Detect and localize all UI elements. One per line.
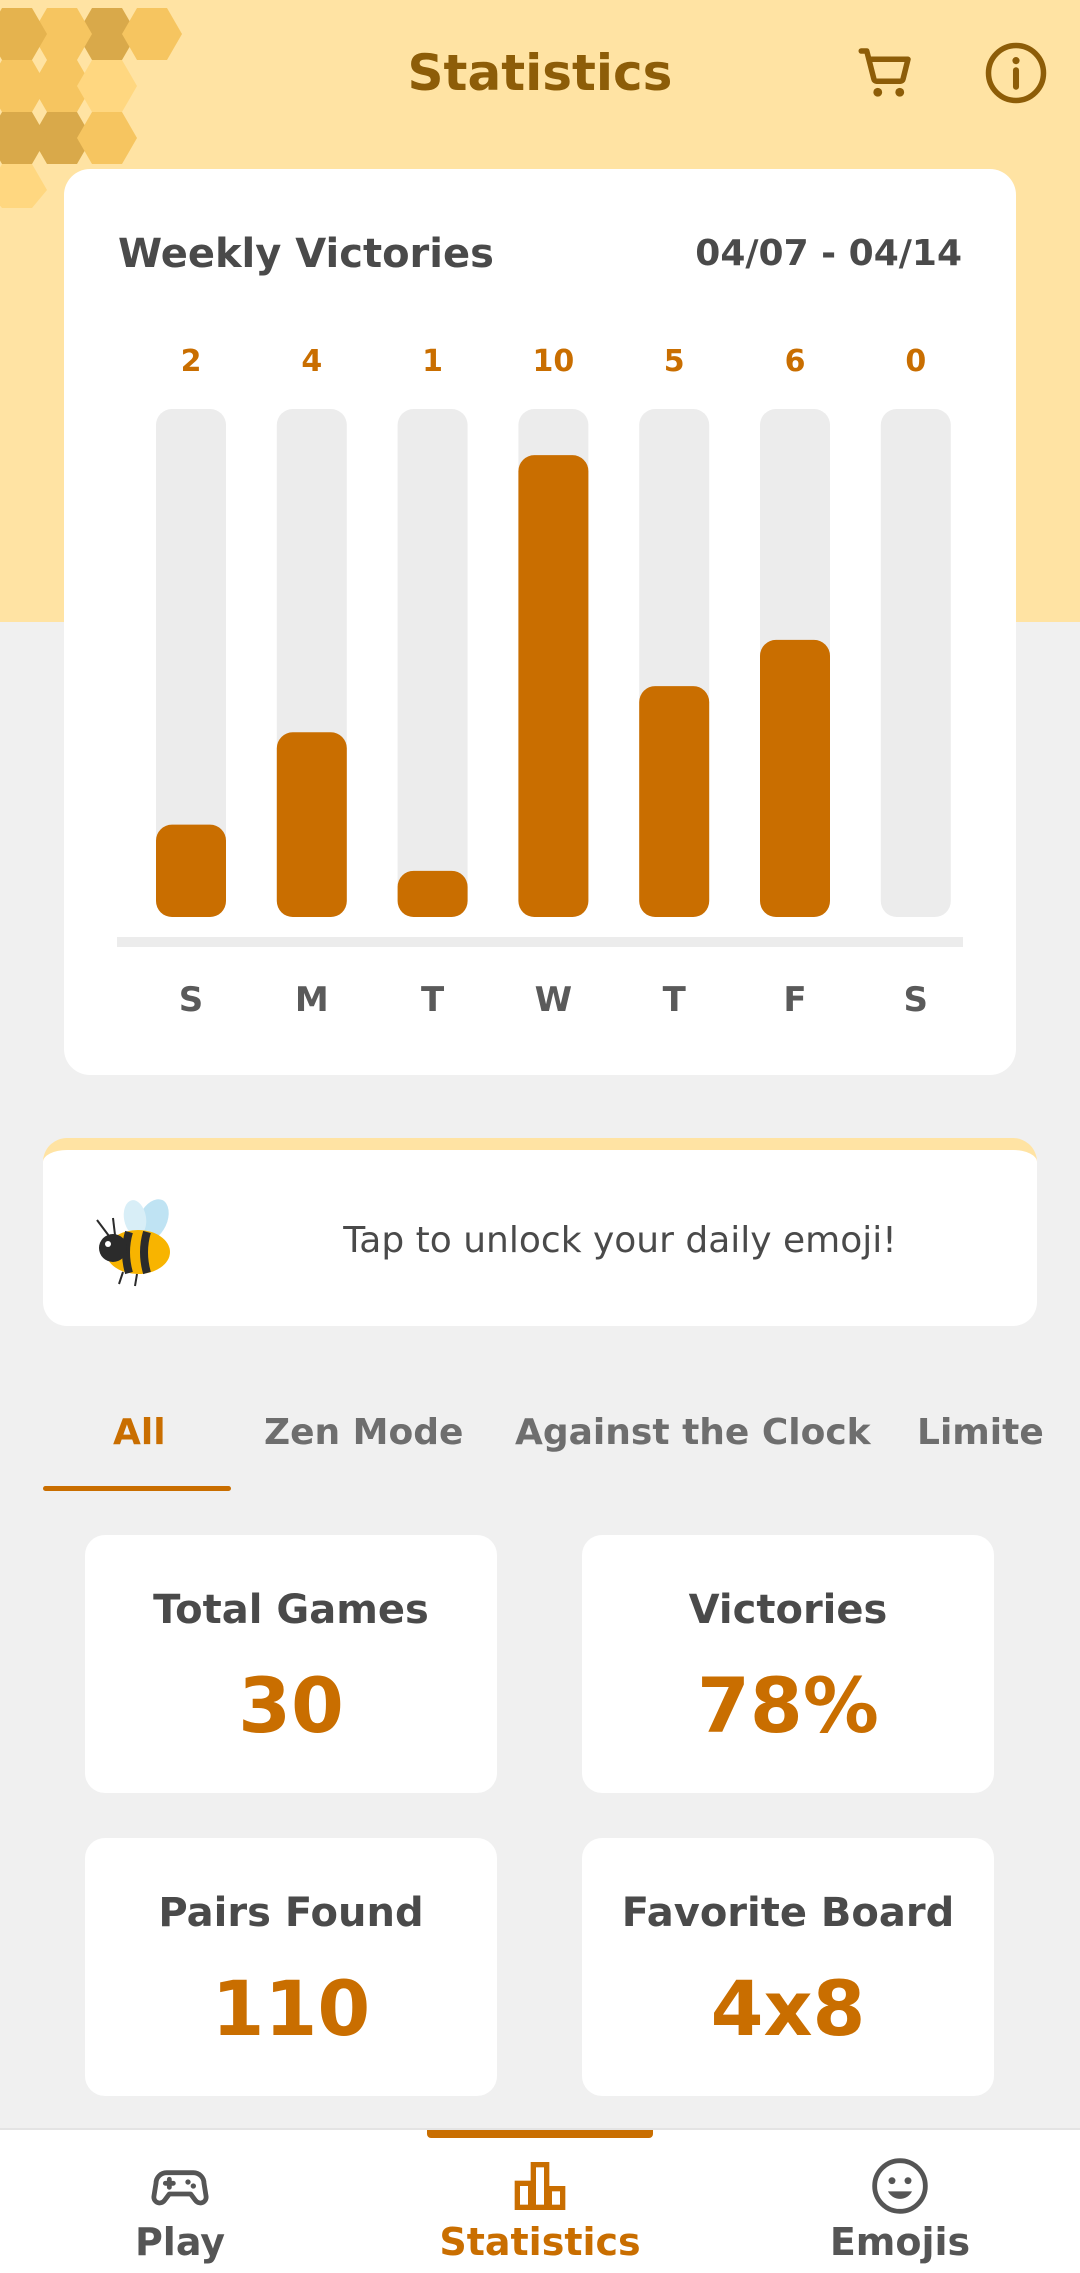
data-label: 6 [785, 344, 806, 379]
bar-chart-icon [514, 2162, 566, 2210]
weekly-victories-chart: 2 S 4 M 1 T 10 W 5 T 6 F 0 S [117, 344, 963, 1020]
category-label: T [421, 980, 445, 1020]
mode-tabs: All Zen Mode Against the Clock Limite [43, 1400, 1080, 1494]
category-label: S [904, 980, 929, 1020]
category-label: F [783, 980, 806, 1020]
tab-against-the-clock[interactable]: Against the Clock [515, 1412, 871, 1453]
nav-label: Play [134, 2220, 226, 2264]
category-label: T [663, 980, 687, 1020]
stat-card-victories: Victories 78% [582, 1535, 994, 1793]
stat-label: Victories [688, 1587, 888, 1633]
bar [760, 639, 830, 917]
stat-value: 110 [211, 1964, 371, 2053]
bee-icon [96, 1199, 170, 1287]
stat-value: 30 [238, 1661, 344, 1750]
data-label: 4 [301, 344, 322, 379]
nav-label: Emojis [829, 2220, 971, 2264]
nav-statistics[interactable]: Statistics [360, 2130, 720, 2273]
nav-label: Statistics [439, 2220, 641, 2264]
bar [639, 686, 710, 917]
stat-card-total-games: Total Games 30 [85, 1535, 497, 1793]
bar-track [397, 409, 468, 917]
daily-emoji-banner[interactable]: Tap to unlock your daily emoji! [43, 1138, 1037, 1326]
bar [397, 870, 468, 917]
stat-value: 78% [697, 1661, 879, 1750]
bar [518, 455, 589, 917]
category-label: W [535, 980, 573, 1020]
gamepad-icon [151, 2170, 209, 2206]
category-label: M [295, 980, 329, 1020]
category-label: S [179, 980, 204, 1020]
data-label: 2 [181, 344, 202, 379]
nav-play[interactable]: Play [0, 2130, 360, 2273]
tab-zen-mode[interactable]: Zen Mode [264, 1412, 463, 1453]
bar [156, 824, 226, 917]
data-label: 10 [533, 344, 575, 379]
bottom-navigation: Play Statistics Emojis [0, 2128, 1080, 2273]
emoji-banner-text: Tap to unlock your daily emoji! [343, 1220, 897, 1261]
bar [276, 732, 347, 917]
stat-label: Total Games [153, 1587, 429, 1633]
stat-label: Pairs Found [158, 1890, 424, 1936]
smiley-icon [872, 2158, 928, 2214]
app-header: Statistics [0, 0, 1080, 156]
nav-emojis[interactable]: Emojis [720, 2130, 1080, 2273]
stat-card-pairs-found: Pairs Found 110 [85, 1838, 497, 2096]
stat-value: 4x8 [710, 1964, 866, 2053]
tab-limited[interactable]: Limite [917, 1412, 1044, 1453]
data-label: 1 [422, 344, 443, 379]
stat-label: Favorite Board [621, 1890, 955, 1936]
weekly-victories-card: Weekly Victories 04/07 - 04/14 2 S 4 M 1 T 10 W… [64, 169, 1016, 1075]
info-icon[interactable] [983, 40, 1049, 106]
stat-card-favorite-board: Favorite Board 4x8 [582, 1838, 994, 2096]
data-label: 5 [664, 344, 685, 379]
tab-all[interactable]: All [113, 1412, 166, 1453]
bar-track [880, 409, 951, 917]
data-label: 0 [905, 344, 926, 379]
x-axis-line [117, 937, 963, 947]
active-tab-indicator [43, 1486, 231, 1491]
cart-icon[interactable] [853, 40, 919, 106]
